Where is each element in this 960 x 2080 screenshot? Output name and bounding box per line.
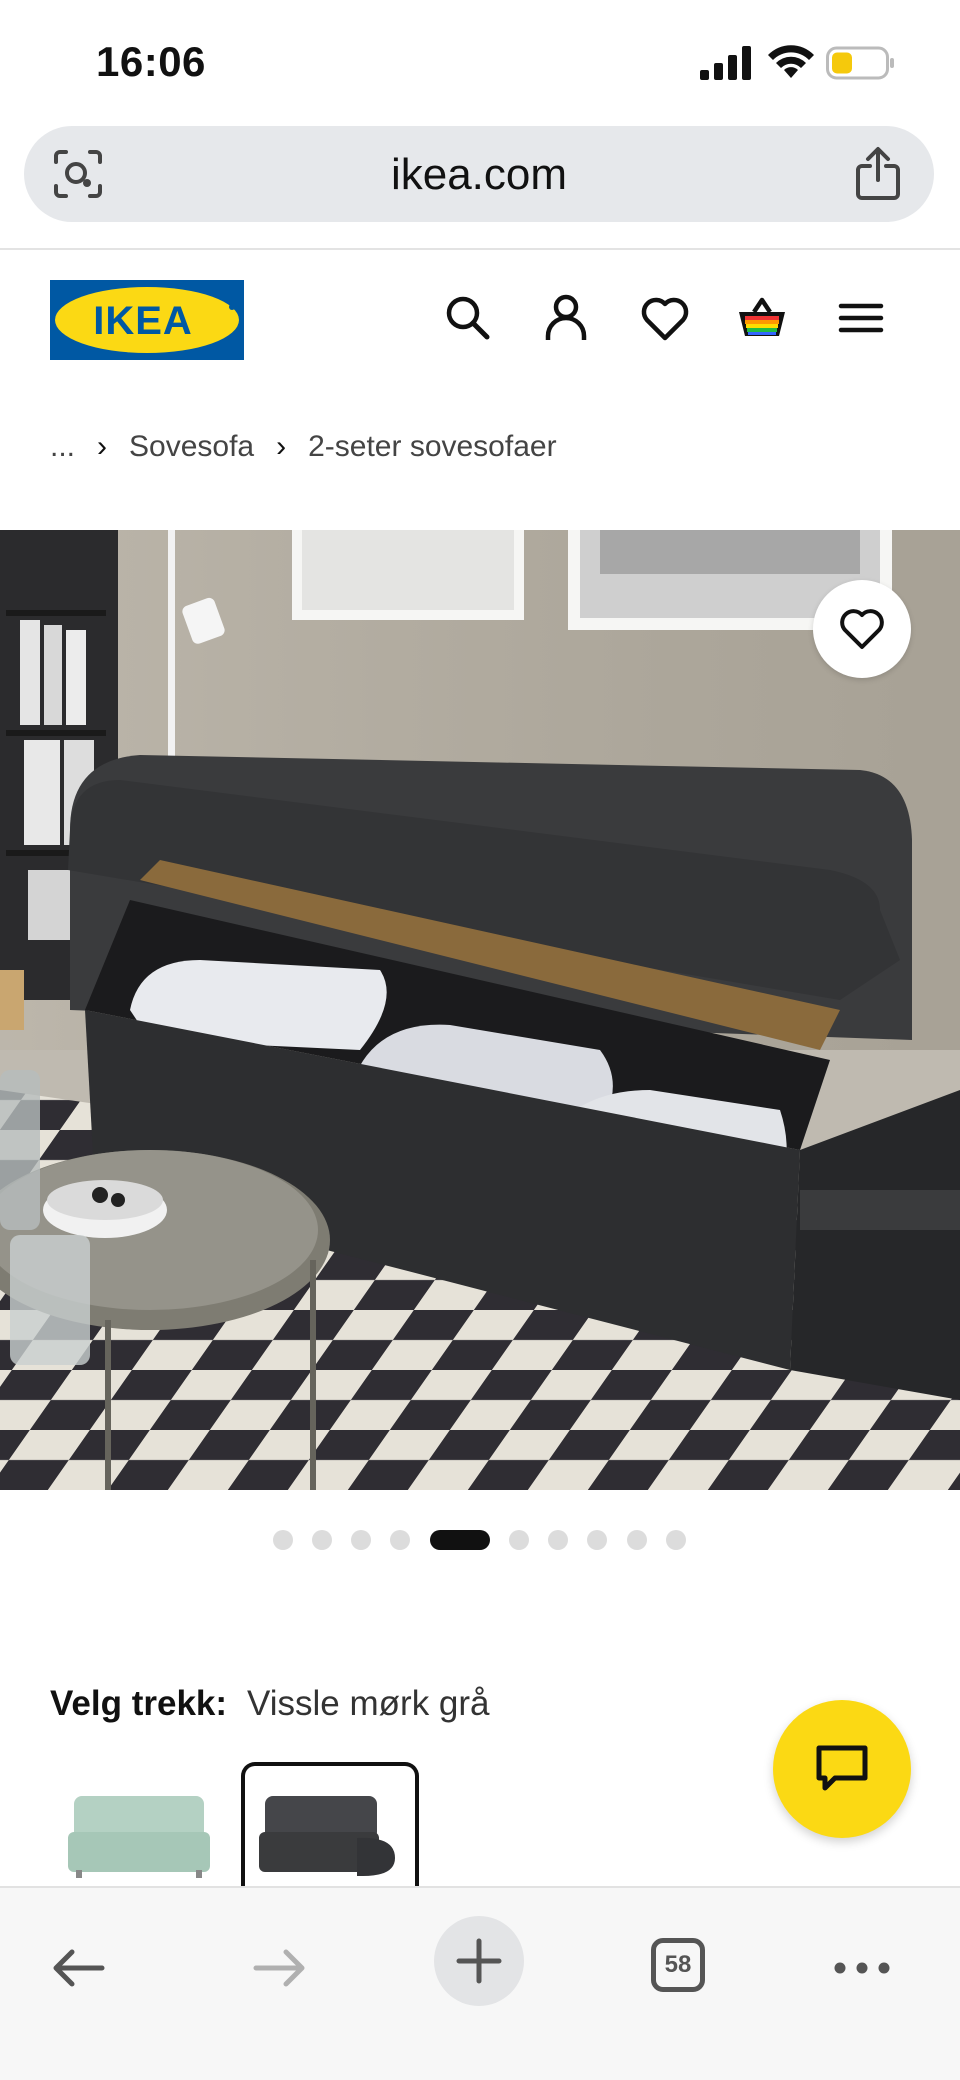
tabs-button[interactable]: 58	[651, 1938, 705, 1992]
chevron-right-icon: ›	[276, 430, 287, 463]
carousel-dot[interactable]	[390, 1530, 410, 1550]
heart-icon[interactable]	[639, 292, 691, 344]
carousel-dot-active[interactable]	[430, 1530, 490, 1550]
url-text[interactable]: ikea.com	[24, 150, 934, 200]
carousel-dot[interactable]	[587, 1530, 607, 1550]
menu-icon[interactable]	[835, 292, 887, 344]
forward-arrow-icon[interactable]	[250, 1938, 310, 1998]
cover-selection-label: Velg trekk: Vissle mørk grå	[50, 1684, 490, 1724]
breadcrumb-item-sovesofa[interactable]: Sovesofa	[129, 430, 254, 464]
browser-toolbar: 58	[0, 1886, 960, 2080]
carousel-indicator[interactable]	[0, 1530, 960, 1550]
account-icon[interactable]	[540, 292, 592, 344]
search-icon[interactable]	[442, 292, 494, 344]
battery-icon	[826, 46, 894, 80]
chat-button[interactable]	[773, 1700, 911, 1838]
cover-swatch-green[interactable]	[54, 1762, 224, 1882]
breadcrumb-ellipsis[interactable]: ...	[50, 430, 75, 464]
ikea-logo[interactable]: IKEA	[50, 280, 244, 360]
carousel-dot[interactable]	[312, 1530, 332, 1550]
new-tab-button[interactable]	[434, 1916, 524, 2006]
chat-bubble-icon	[816, 1745, 868, 1791]
carousel-dot[interactable]	[548, 1530, 568, 1550]
carousel-dot[interactable]	[273, 1530, 293, 1550]
carousel-dot[interactable]	[509, 1530, 529, 1550]
carousel-dot[interactable]	[666, 1530, 686, 1550]
dark-grey-sofa-thumbnail	[259, 1796, 395, 1876]
sofa-bed-photo	[0, 530, 960, 1490]
cover-swatch-dark-grey-selected[interactable]	[241, 1762, 419, 1886]
share-icon[interactable]	[854, 146, 902, 200]
address-bar[interactable]: ikea.com	[24, 126, 934, 222]
cellular-signal-icon	[700, 46, 751, 80]
svg-text:IKEA: IKEA	[93, 299, 193, 343]
breadcrumb-item-2-seter[interactable]: 2-seter sovesofaer	[308, 430, 556, 464]
green-sofa-thumbnail	[68, 1796, 210, 1878]
basket-icon[interactable]	[736, 292, 788, 344]
save-to-favourites-button[interactable]	[813, 580, 911, 678]
toolbar-divider	[0, 248, 960, 250]
carousel-dot[interactable]	[351, 1530, 371, 1550]
back-arrow-icon[interactable]	[48, 1938, 108, 1998]
heart-icon	[840, 609, 884, 649]
plus-icon	[456, 1938, 502, 1984]
status-time: 16:06	[96, 38, 206, 85]
breadcrumb: ... › Sovesofa › 2-seter sovesofaer	[50, 430, 557, 464]
cover-label: Velg trekk:	[50, 1684, 228, 1723]
carousel-dot[interactable]	[627, 1530, 647, 1550]
wifi-icon	[768, 45, 814, 78]
cover-value: Vissle mørk grå	[247, 1684, 490, 1723]
more-icon[interactable]	[832, 1938, 892, 1998]
status-bar: 16:06	[0, 0, 960, 120]
product-image[interactable]	[0, 530, 960, 1490]
chevron-right-icon: ›	[97, 430, 108, 463]
